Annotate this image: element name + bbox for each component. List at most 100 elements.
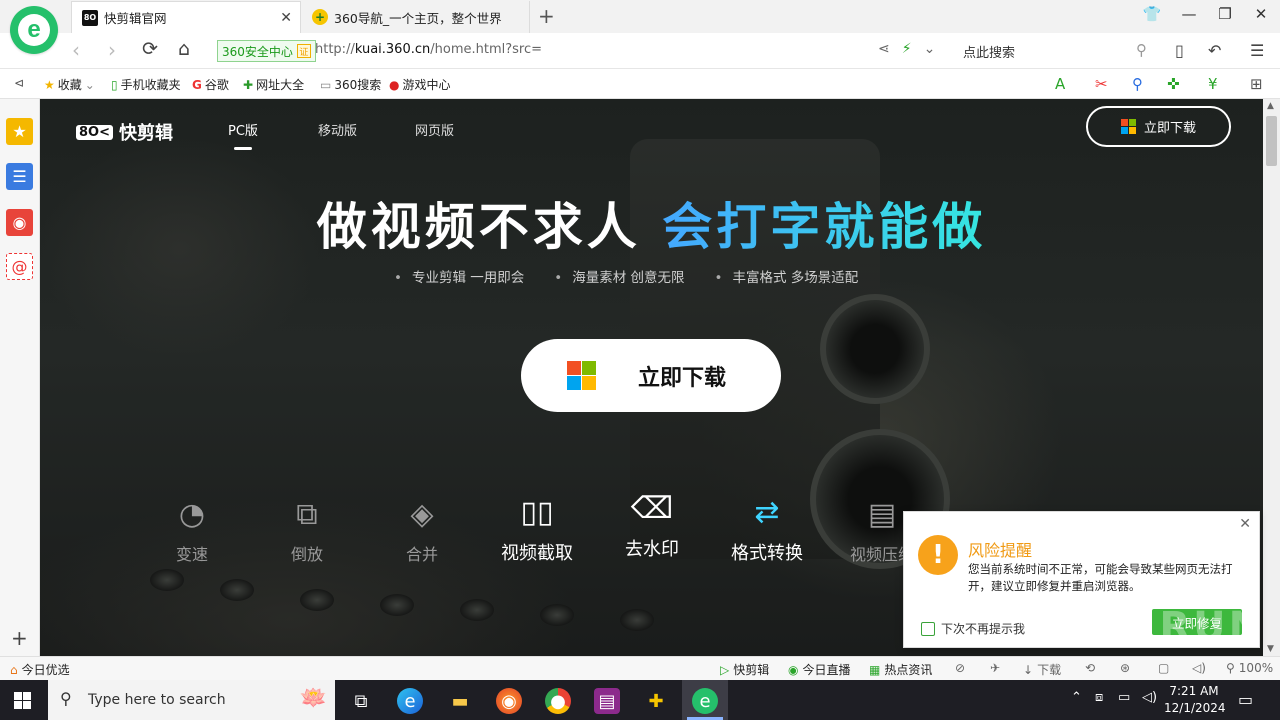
window-icon[interactable]: ▢ (1158, 661, 1169, 675)
add-sidebar-icon[interactable]: + (11, 626, 28, 650)
translate-icon[interactable]: A (1055, 75, 1065, 93)
task-view-icon[interactable]: ⧉ (348, 688, 374, 714)
safe-center-label: 360安全中心 (222, 44, 293, 59)
search-box[interactable]: 点此搜索 ⚲ (955, 37, 1155, 65)
scissors-icon[interactable]: ✂ (1095, 75, 1108, 93)
site-logo[interactable]: 8O< 快剪辑 (76, 119, 173, 145)
headline-white: 做视频不求人 (316, 198, 641, 256)
bookmark-item[interactable]: G 谷歌 (192, 76, 229, 93)
feature-reverse[interactable]: ⧉ 倒放 (262, 495, 352, 565)
status-live[interactable]: ◉ 今日直播 (788, 661, 851, 678)
status-kuai[interactable]: ▷ 快剪辑 (720, 661, 769, 678)
bookmark-item[interactable]: ● 游戏中心 (389, 76, 451, 93)
scroll-up-icon[interactable]: ▲ (1267, 101, 1274, 111)
scroll-thumb[interactable] (1266, 116, 1277, 166)
tab-kuai[interactable]: 8O 快剪辑官网 ✕ (71, 1, 301, 33)
taskbar-search[interactable]: ⚲ Type here to search 🪷 (48, 680, 335, 720)
sound-icon[interactable]: ◁) (1192, 661, 1206, 675)
bookmark-item[interactable]: ▯ 手机收藏夹 (111, 76, 181, 93)
checkbox-box[interactable] (921, 621, 935, 636)
nav-pc[interactable]: PC版 (228, 120, 258, 150)
lightning-icon[interactable]: ⚡ (902, 41, 912, 57)
gamepad-icon[interactable]: ✜ (1167, 75, 1180, 93)
dont-remind-checkbox[interactable]: 下次不再提示我 (921, 620, 1025, 637)
bookmark-item[interactable]: ✚ 网址大全 (243, 76, 304, 93)
browser-logo-icon[interactable]: e (10, 6, 58, 54)
search-input[interactable]: 点此搜索 (963, 42, 1015, 61)
feature-label: 去水印 (625, 539, 679, 560)
top-download-button[interactable]: 立即下载 (1086, 106, 1231, 147)
nav-mobile[interactable]: 移动版 (318, 120, 357, 139)
zoom-control[interactable]: ⚲ 100% (1226, 661, 1273, 675)
feature-speed[interactable]: ◔ 变速 (147, 495, 237, 565)
shopping-yen-icon[interactable]: ¥ (1208, 75, 1218, 93)
notification-icon[interactable]: ▭ (1238, 690, 1253, 709)
home-icon[interactable]: ⌂ (178, 38, 190, 60)
shield-icon: 证 (296, 44, 311, 58)
reading-list-icon[interactable]: ☰ (6, 163, 33, 190)
undo-icon[interactable]: ↶ (1208, 41, 1221, 60)
status-news[interactable]: ▦ 热点资讯 (869, 661, 932, 678)
file-explorer-icon[interactable]: ▬ (447, 688, 473, 714)
url-field[interactable]: http://kuai.360.cn/home.html?src= (315, 42, 542, 57)
edge-icon[interactable]: e (397, 688, 423, 714)
status-icon[interactable]: ⟲ (1085, 661, 1095, 675)
system-clock[interactable]: 7:21 AM 12/1/2024 (1164, 683, 1226, 717)
collapse-sidebar-icon[interactable]: ⊲ (14, 76, 24, 90)
scroll-down-icon[interactable]: ▼ (1267, 644, 1274, 654)
magnifier-icon[interactable]: ⚲ (1132, 75, 1143, 93)
search-icon[interactable]: ⚲ (1136, 41, 1147, 59)
status-icon[interactable]: ⊛ (1120, 661, 1130, 675)
minimize-icon[interactable]: — (1178, 5, 1200, 23)
volume-icon[interactable]: ◁) (1142, 690, 1157, 705)
new-tab-icon[interactable]: + (538, 4, 555, 28)
tab-360-nav[interactable]: + 360导航_一个主页，整个世界 (302, 1, 530, 33)
main-download-button[interactable]: 立即下载 (521, 339, 781, 412)
network-icon[interactable]: ▭ (1118, 690, 1130, 705)
pin-icon[interactable]: ✈ (990, 661, 1000, 675)
window-close-icon[interactable]: ✕ (1250, 5, 1272, 23)
forward-icon[interactable]: › (108, 38, 116, 62)
bookmark-item[interactable]: ▭ 360搜索 (320, 76, 381, 93)
favorites-star-icon[interactable]: ★ (6, 118, 33, 145)
close-icon[interactable]: ✕ (280, 10, 292, 26)
safe-center-badge[interactable]: 360安全中心 证 (217, 40, 316, 62)
feature-format-convert[interactable]: ⇄ 格式转换 (722, 493, 812, 565)
menu-icon[interactable]: ☰ (1250, 41, 1264, 60)
status-label: 热点资讯 (884, 663, 933, 677)
taskbar-search-input[interactable]: Type here to search (88, 692, 226, 708)
apps-grid-icon[interactable]: ⊞ (1250, 75, 1263, 93)
back-icon[interactable]: ‹ (72, 38, 80, 62)
today-picks[interactable]: ⌂ 今日优选 (10, 661, 70, 678)
feature-remove-watermark[interactable]: ⌫ 去水印 (607, 489, 697, 561)
close-icon[interactable]: ✕ (1239, 516, 1251, 532)
feature-clip[interactable]: ▯▯ 视频截取 (492, 493, 582, 565)
share-icon[interactable]: ⋖ (878, 41, 890, 57)
tray-chevron-icon[interactable]: ⌃ (1071, 690, 1082, 705)
windows-start-icon[interactable] (14, 692, 31, 709)
winrar-icon[interactable]: ▤ (594, 688, 620, 714)
top-download-label: 立即下载 (1143, 121, 1196, 136)
vertical-scrollbar[interactable]: ▲ ▼ (1263, 99, 1280, 656)
shirt-skin-icon[interactable]: 👕 (1141, 5, 1163, 23)
360-browser-icon[interactable]: e (692, 688, 718, 714)
logo-mark: 8O< (76, 124, 113, 140)
weibo-icon[interactable]: ◉ (6, 209, 33, 236)
refresh-icon[interactable]: ⟳ (142, 38, 158, 60)
email-icon[interactable]: @ (6, 253, 33, 280)
360-install-icon[interactable]: ✚ (643, 688, 669, 714)
download-item[interactable]: ↓ 下载 (1023, 661, 1061, 678)
firefox-icon[interactable]: ◉ (496, 688, 522, 714)
feature-label: 变速 (175, 545, 208, 564)
mobile-icon[interactable]: ▯ (1175, 41, 1184, 60)
chevron-down-icon[interactable]: ⌄ (924, 41, 936, 57)
bookmark-item[interactable]: ★ 收藏 ⌄ (44, 76, 95, 93)
tray-app-icon[interactable]: ⧈ (1095, 690, 1103, 705)
phone-icon: ▯ (111, 77, 118, 92)
speedup-icon[interactable]: ⊘ (955, 661, 965, 675)
chrome-icon[interactable]: ● (545, 688, 571, 714)
feature-merge[interactable]: ◈ 合并 (377, 495, 467, 565)
nav-web[interactable]: 网页版 (415, 120, 454, 139)
restore-icon[interactable]: ❐ (1214, 5, 1236, 23)
fix-now-button[interactable]: 立即修复 (1152, 609, 1242, 635)
